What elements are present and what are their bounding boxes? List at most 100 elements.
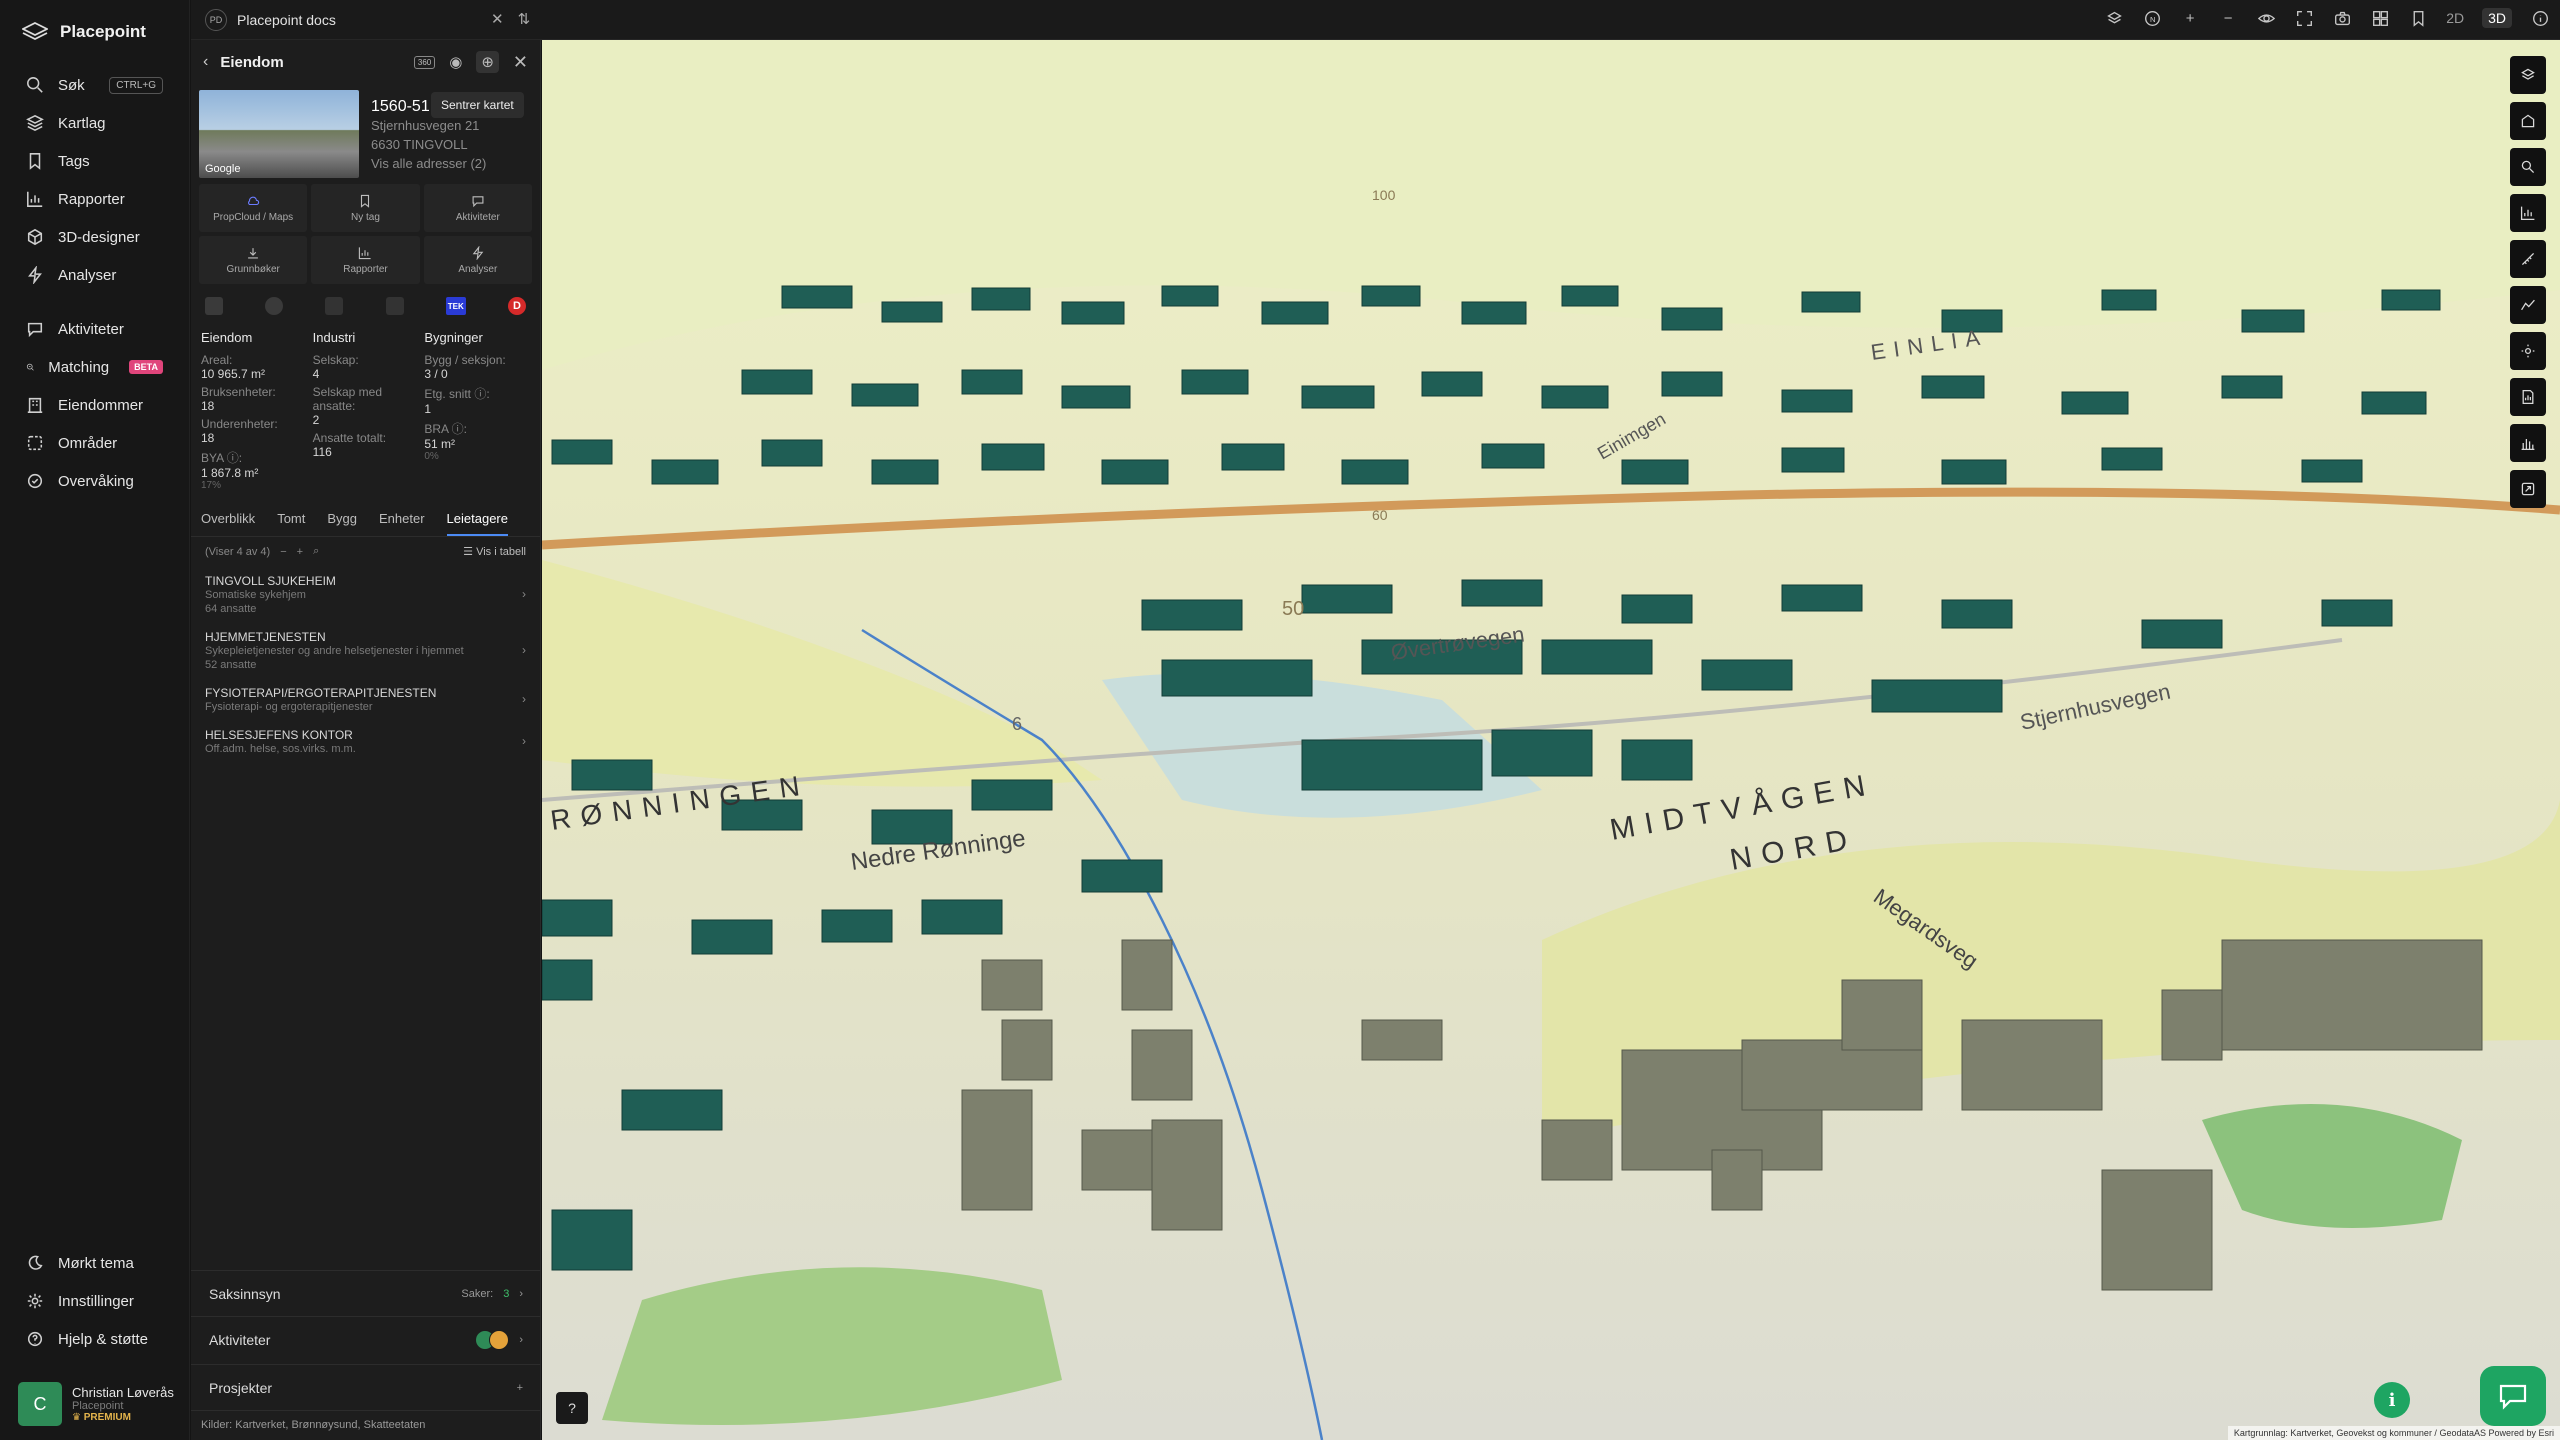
new-tag-button[interactable]: Ny tag [311, 184, 420, 232]
zoom-out-icon[interactable]: − [2218, 8, 2238, 28]
nav-item-help[interactable]: Hjelp & støtte [0, 1320, 190, 1358]
main-nav: Placepoint Søk CTRL+G Kartlag Tags Rappo… [0, 0, 190, 1440]
mode-2d-button[interactable]: 2D [2446, 10, 2464, 26]
nav-item-eiendommer[interactable]: Eiendommer [0, 386, 189, 424]
nav-item-tags[interactable]: Tags [0, 142, 189, 180]
eye-icon[interactable] [2256, 8, 2276, 28]
list-item[interactable]: FYSIOTERAPI/ERGOTERAPITJENESTEN Fysioter… [191, 678, 540, 720]
map-tool-export[interactable] [2510, 470, 2546, 508]
search-icon[interactable]: ⌕ [313, 545, 319, 558]
map-tool-sun[interactable] [2510, 332, 2546, 370]
source-bars-icon[interactable] [385, 297, 404, 315]
nav-label: Innstillinger [58, 1292, 134, 1310]
map-help-button[interactable]: ? [556, 1392, 588, 1424]
list-item[interactable]: HELSESJEFENS KONTOR Off.adm. helse, sos.… [191, 720, 540, 762]
nav-item-3d-designer[interactable]: 3D-designer [0, 218, 189, 256]
chat-button[interactable] [2480, 1366, 2546, 1426]
nav-item-matching[interactable]: Matching BETA [0, 348, 189, 386]
analyses-button[interactable]: Analyser [423, 236, 532, 284]
add-project-icon[interactable]: + [517, 1382, 523, 1394]
nav-item-aktiviteter[interactable]: Aktiviteter [0, 310, 189, 348]
eye-icon[interactable]: ◉ [449, 53, 462, 71]
close-icon[interactable]: ✕ [491, 10, 504, 28]
bolt-icon [472, 245, 484, 260]
stat-value: 3 / 0 [424, 367, 448, 381]
nav-item-search[interactable]: Søk CTRL+G [0, 66, 189, 104]
center-map-icon[interactable]: ⊕ [476, 51, 499, 73]
building-icon [2521, 114, 2535, 128]
source-globe-icon[interactable] [265, 297, 284, 315]
all-addresses-link[interactable]: Vis alle adresser (2) [371, 154, 486, 173]
info-button[interactable]: i [2374, 1382, 2410, 1418]
source-d-icon[interactable]: D [507, 297, 526, 315]
camera-icon[interactable] [2332, 8, 2352, 28]
map-tool-stats[interactable] [2510, 194, 2546, 232]
nav-item-overvaking[interactable]: Overvåking [0, 462, 189, 500]
reports-button[interactable]: Rapporter [311, 236, 420, 284]
minus-icon[interactable]: − [280, 546, 286, 558]
plus-icon[interactable]: + [297, 546, 303, 558]
sun-icon [2521, 344, 2535, 358]
propcloud-button[interactable]: PropCloud / Maps [199, 184, 308, 232]
back-icon[interactable]: ‹ [203, 53, 208, 71]
map-tool-profile[interactable] [2510, 286, 2546, 324]
street-view-thumbnail[interactable]: Google [199, 90, 359, 178]
source-tek-icon[interactable]: TEK [445, 297, 466, 315]
info-icon[interactable] [2530, 8, 2550, 28]
map-tool-measure[interactable] [2510, 240, 2546, 278]
view-360-button[interactable]: 360 [413, 55, 436, 69]
tenant-desc: Somatiske sykehjem [205, 589, 306, 601]
map-tool-search-area[interactable] [2510, 148, 2546, 186]
fullscreen-icon[interactable] [2294, 8, 2314, 28]
map-view[interactable]: Øvertrøvegen Stjernhusvegen Nedre Rønnin… [542, 40, 2560, 1440]
tab-tomt[interactable]: Tomt [277, 511, 305, 536]
aktiviteter-section[interactable]: Aktiviteter › [191, 1316, 541, 1362]
tab-enheter[interactable]: Enheter [379, 511, 425, 536]
nav-item-dark-theme[interactable]: Mørkt tema [0, 1244, 190, 1282]
workspace-selector[interactable]: PD Placepoint docs [205, 9, 336, 31]
nav-item-kartlag[interactable]: Kartlag [0, 104, 189, 142]
top-bar: PD Placepoint docs ✕ ⇅ N + − 2D 3D [191, 0, 2560, 40]
stat-sub: 17% [201, 480, 222, 491]
layers-toggle-icon[interactable] [2104, 8, 2124, 28]
close-icon[interactable]: ✕ [513, 52, 528, 73]
saksinnsyn-section[interactable]: Saksinnsyn Saker: 3 › [191, 1270, 541, 1316]
brand[interactable]: Placepoint [0, 0, 189, 66]
activities-button[interactable]: Aktiviteter [423, 184, 532, 232]
map-tool-histogram[interactable] [2510, 424, 2546, 462]
tab-leietagere[interactable]: Leietagere [446, 511, 508, 536]
user-plan: ♛ PREMIUM [72, 1412, 131, 1423]
list-item[interactable]: HJEMMETJENESTEN Sykepleietjenester og an… [191, 622, 540, 678]
nav-item-rapporter[interactable]: Rapporter [0, 180, 189, 218]
chevron-right-icon: › [522, 692, 526, 706]
grid-icon[interactable] [2370, 8, 2390, 28]
action-label: Analyser [458, 263, 498, 275]
nav-bottom: Mørkt tema Innstillinger Hjelp & støtte … [0, 1244, 190, 1440]
prosjekter-section[interactable]: Prosjekter + [191, 1364, 541, 1410]
stat-key: Selskap med ansatte: [312, 385, 383, 413]
stat-row: Ansatte totalt: 116 [313, 431, 419, 459]
map-tool-report[interactable] [2510, 378, 2546, 416]
map-tool-buildings[interactable] [2510, 102, 2546, 140]
stat-value: 116 [312, 445, 332, 459]
bookmark-icon[interactable] [2408, 8, 2428, 28]
chevron-updown-icon[interactable]: ⇅ [518, 10, 531, 28]
source-se-icon[interactable] [205, 297, 223, 315]
list-item[interactable]: TINGVOLL SJUKEHEIM Somatiske sykehjem 64… [191, 566, 540, 622]
map-tool-layers[interactable] [2510, 56, 2546, 94]
list-count: (Viser 4 av 4) [205, 545, 271, 558]
user-card[interactable]: C Christian Løverås Placepoint ♛ PREMIUM [18, 1372, 174, 1426]
tab-overblikk[interactable]: Overblikk [201, 511, 255, 536]
mode-3d-button[interactable]: 3D [2482, 8, 2512, 28]
view-table-button[interactable]: ☰ Vis i tabell [463, 545, 526, 558]
zoom-in-icon[interactable]: + [2180, 8, 2200, 28]
land-registry-button[interactable]: Grunnbøker [199, 236, 308, 284]
map-canvas[interactable]: Øvertrøvegen Stjernhusvegen Nedre Rønnin… [542, 40, 2560, 1440]
shortcut-badge: CTRL+G [109, 76, 163, 94]
nav-item-analyser[interactable]: Analyser [0, 256, 189, 294]
nav-item-settings[interactable]: Innstillinger [0, 1282, 190, 1320]
compass-icon[interactable]: N [2142, 8, 2162, 28]
tab-bygg[interactable]: Bygg [327, 511, 357, 536]
nav-item-omrader[interactable]: Områder [0, 424, 189, 462]
source-plant-icon[interactable] [325, 297, 344, 315]
